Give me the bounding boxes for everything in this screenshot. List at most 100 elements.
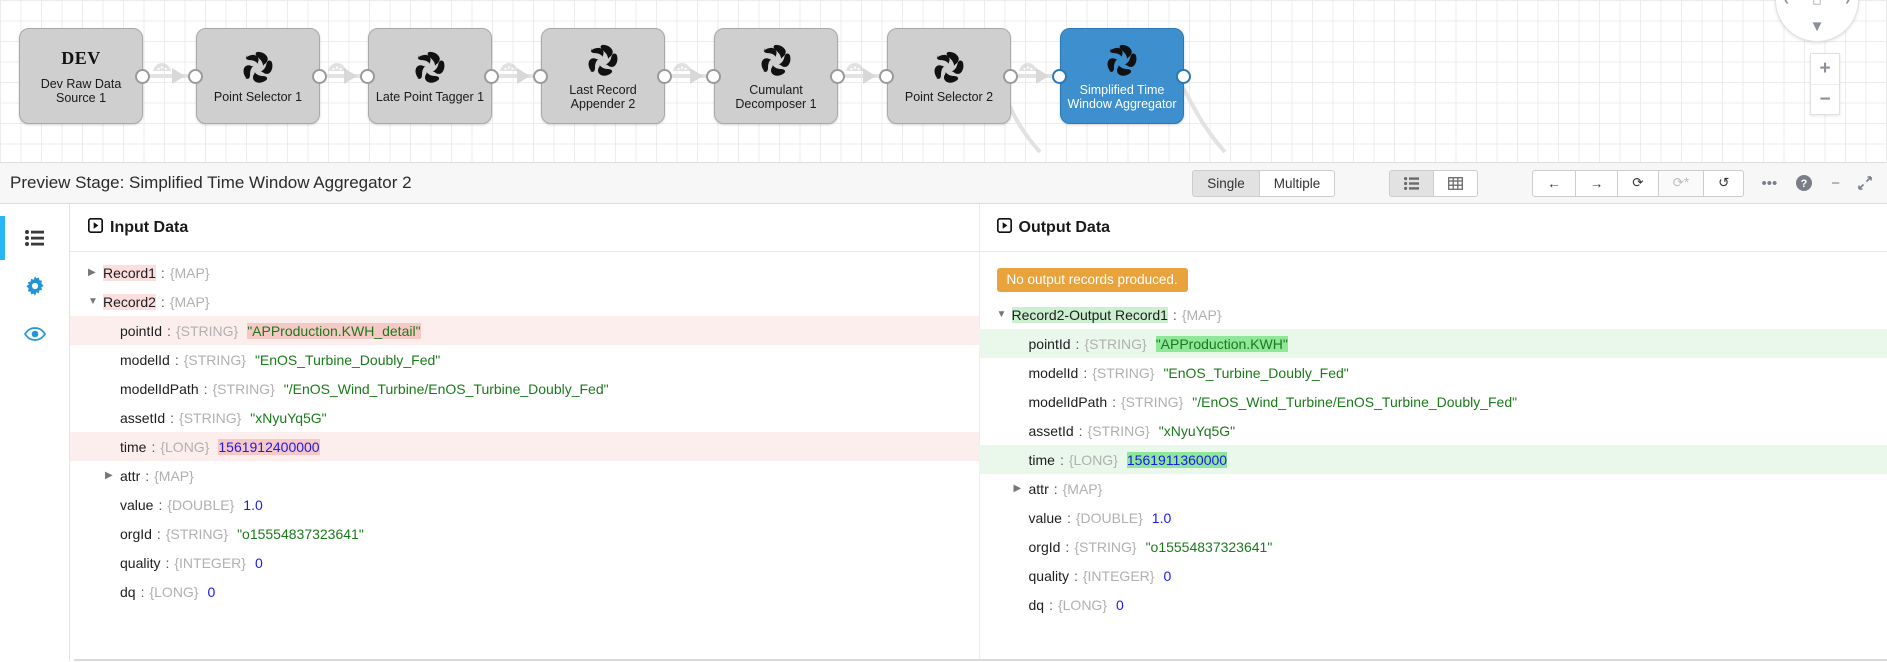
record-mode-multiple[interactable]: Multiple [1258, 169, 1336, 197]
node-label: Point Selector 2 [904, 90, 994, 104]
more-options-button[interactable]: ••• [1752, 175, 1786, 192]
page-title: Preview Stage: Simplified Time Window Ag… [10, 173, 412, 192]
node-port-out[interactable] [312, 69, 327, 84]
field-row[interactable]: ▶ attr: {MAP} [979, 474, 1887, 503]
minimize-button[interactable]: − [1822, 175, 1849, 192]
link-records-icon [152, 61, 172, 77]
view-mode-toggle[interactable] [1389, 169, 1479, 197]
chevron-right-icon[interactable]: ▶ [105, 470, 120, 481]
field-row[interactable]: ▶quality:{INTEGER}0 [979, 561, 1887, 590]
chevron-down-icon[interactable]: ▼ [88, 296, 103, 307]
record-mode-toggle[interactable]: Single Multiple [1192, 169, 1336, 197]
pipeline-node-2[interactable]: Point Selector 1 [196, 28, 320, 124]
expand-button[interactable] [1849, 176, 1881, 190]
field-value: "EnOS_Turbine_Doubly_Fed" [254, 351, 441, 368]
field-row[interactable]: ▶modelIdPath:{STRING}"/EnOS_Wind_Turbine… [70, 374, 979, 403]
pipeline-node-4[interactable]: Last Record Appender 2 [541, 28, 665, 124]
node-port-out[interactable] [657, 69, 672, 84]
field-type: {STRING} [179, 409, 242, 426]
field-value: 0 [1163, 567, 1172, 584]
run-preview-button[interactable]: ⟳ [1617, 169, 1659, 197]
preview-nav-buttons[interactable]: ← → ⟳ ⟳* ↺ [1532, 169, 1745, 197]
field-row[interactable]: ▶pointId:{STRING}"APProduction.KWH" [978, 329, 1887, 358]
field-key: quality [120, 554, 161, 571]
revert-button[interactable]: ↺ [1703, 169, 1745, 197]
field-row[interactable]: ▶orgId:{STRING}"o15554837323641" [979, 532, 1887, 561]
step-back-button[interactable]: ← [1532, 169, 1576, 197]
table-view-icon[interactable] [1433, 169, 1479, 197]
node-port-in[interactable] [879, 69, 894, 84]
sidebar-item-properties[interactable] [0, 262, 69, 310]
sidebar-item-preview[interactable] [0, 310, 69, 358]
node-port-out[interactable] [135, 69, 150, 84]
input-records-tree[interactable]: ▶Record1:{MAP}▼Record2:{MAP}▶pointId:{ST… [70, 252, 979, 606]
node-port-out[interactable] [1176, 69, 1191, 84]
field-row[interactable]: ▶assetId:{STRING}"xNyuYq5G" [979, 416, 1887, 445]
field-row[interactable]: ▶dq:{LONG}0 [70, 577, 979, 606]
record-node[interactable]: ▶ Record1: {MAP} [70, 258, 979, 287]
node-port-in[interactable] [533, 69, 548, 84]
record-label: Record2-Output Record1 [1011, 306, 1168, 323]
field-row[interactable]: ▶time:{LONG}1561912400000 [70, 432, 979, 461]
record-node[interactable]: ▼ Record2-Output Record1: {MAP} [979, 300, 1887, 329]
field-row[interactable]: ▶value:{DOUBLE}1.0 [70, 490, 979, 519]
pipeline-node-7[interactable]: Simplified Time Window Aggregator [1060, 28, 1184, 124]
field-type: {STRING} [1074, 538, 1137, 555]
home-icon[interactable]: ⌂ [1812, 0, 1821, 8]
output-records-tree[interactable]: ▼Record2-Output Record1:{MAP}▶pointId:{S… [978, 300, 1887, 619]
field-row[interactable]: ▶ attr: {MAP} [70, 461, 979, 490]
chevron-down-icon[interactable]: ▼ [997, 309, 1012, 320]
node-port-out[interactable] [484, 69, 499, 84]
node-port-in[interactable] [706, 69, 721, 84]
output-data-title: Output Data [1018, 219, 1111, 236]
node-port-in[interactable] [360, 69, 375, 84]
sidebar-item-records[interactable] [0, 214, 69, 262]
field-key: orgId [120, 525, 152, 542]
node-port-out[interactable] [1003, 69, 1018, 84]
list-view-icon[interactable] [1389, 169, 1435, 197]
pan-compass-control[interactable]: ▲ ▼ ‹ › ⌂ [1775, 0, 1859, 42]
field-key: modelId [1028, 364, 1079, 381]
pipeline-node-1[interactable]: DEV Dev Raw Data Source 1 [19, 28, 143, 124]
field-key: dq [1028, 596, 1045, 613]
play-box-icon [996, 217, 1012, 238]
zoom-controls[interactable]: + − [1810, 53, 1840, 115]
field-row[interactable]: ▶dq:{LONG}0 [979, 590, 1887, 619]
preview-body: Input Data ▶Record1:{MAP}▼Record2:{MAP}▶… [0, 204, 1887, 661]
field-row[interactable]: ▶time:{LONG}1561911360000 [978, 445, 1887, 474]
field-row[interactable]: ▶modelId:{STRING}"EnOS_Turbine_Doubly_Fe… [70, 345, 979, 374]
field-value: "EnOS_Turbine_Doubly_Fed" [1163, 364, 1349, 381]
field-row[interactable]: ▶pointId:{STRING}"APProduction.KWH_detai… [70, 316, 979, 345]
field-value: "xNyuYq5G" [250, 409, 327, 426]
node-port-in[interactable] [1052, 69, 1067, 84]
pipeline-node-3[interactable]: Late Point Tagger 1 [368, 28, 492, 124]
field-type: {INTEGER} [1082, 567, 1155, 584]
step-forward-button[interactable]: → [1574, 169, 1619, 197]
field-row[interactable]: ▶quality:{INTEGER}0 [70, 548, 979, 577]
field-row[interactable]: ▶orgId:{STRING}"o15554837323641" [70, 519, 979, 548]
record-node[interactable]: ▼ Record2: {MAP} [70, 287, 979, 316]
node-port-in[interactable] [188, 69, 203, 84]
field-row[interactable]: ▶value:{DOUBLE}1.0 [979, 503, 1887, 532]
pan-right-icon[interactable]: › [1845, 0, 1850, 8]
pipeline-node-6[interactable]: Point Selector 2 [887, 28, 1011, 124]
pan-left-icon[interactable]: ‹ [1784, 0, 1789, 8]
field-key: attr [120, 467, 141, 484]
chevron-right-icon[interactable]: ▶ [88, 267, 103, 278]
pipeline-node-5[interactable]: Cumulant Decomposer 1 [714, 28, 838, 124]
pipeline-stage-icon [411, 48, 449, 88]
zoom-in-button[interactable]: + [1811, 54, 1839, 84]
field-row[interactable]: ▶modelId:{STRING}"EnOS_Turbine_Doubly_Fe… [979, 358, 1887, 387]
record-mode-single[interactable]: Single [1192, 169, 1260, 197]
chevron-right-icon[interactable]: ▶ [1014, 483, 1029, 494]
pan-down-icon[interactable]: ▼ [1810, 19, 1825, 34]
help-button[interactable]: ? [1786, 174, 1822, 192]
field-row[interactable]: ▶modelIdPath:{STRING}"/EnOS_Wind_Turbine… [979, 387, 1887, 416]
zoom-out-button[interactable]: − [1811, 84, 1839, 114]
horizontal-scrollbar[interactable] [74, 659, 1887, 661]
node-label: Point Selector 1 [213, 90, 303, 104]
pipeline-canvas[interactable]: DEV Dev Raw Data Source 1 Point Selector … [0, 0, 1887, 162]
record-label: Record1 [103, 264, 156, 281]
field-row[interactable]: ▶assetId:{STRING}"xNyuYq5G" [70, 403, 979, 432]
node-port-out[interactable] [830, 69, 845, 84]
